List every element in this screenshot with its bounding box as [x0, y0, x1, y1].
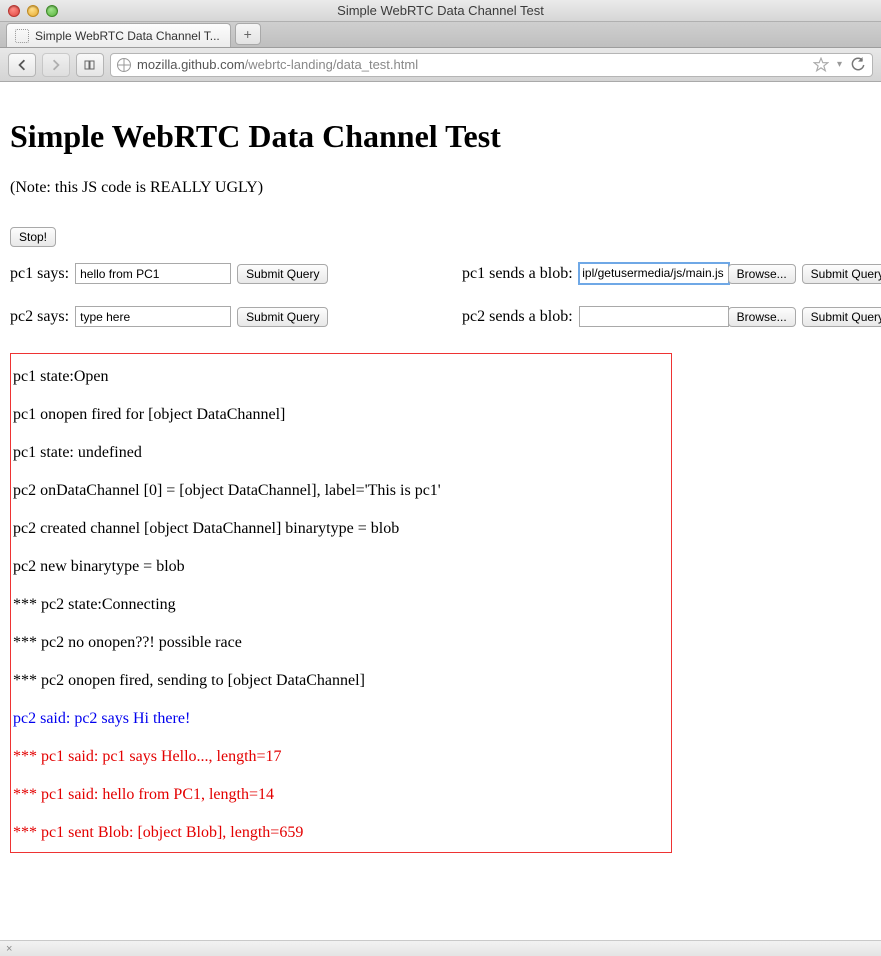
pc2-says-submit[interactable]: Submit Query — [237, 307, 328, 327]
new-tab-button[interactable]: + — [235, 23, 261, 45]
log-line: pc1 state: undefined — [13, 444, 669, 462]
pc2-says-label: pc2 says: — [10, 308, 69, 326]
log-line: pc2 created channel [object DataChannel]… — [13, 520, 669, 538]
log-line: *** pc1 said: pc1 says Hello..., length=… — [13, 748, 669, 766]
reload-icon — [850, 57, 866, 73]
zoom-window-button[interactable] — [46, 5, 58, 17]
tab-strip: Simple WebRTC Data Channel T... + — [0, 22, 881, 48]
back-button[interactable] — [8, 53, 36, 77]
log-output[interactable]: pc1 state:Open pc1 onopen fired for [obje… — [10, 353, 672, 853]
pc2-browse-button[interactable]: Browse... — [728, 307, 796, 327]
close-window-button[interactable] — [8, 5, 20, 17]
log-line: pc1 onopen fired for [object DataChannel… — [13, 406, 669, 424]
page-content: Simple WebRTC Data Channel Test (Note: t… — [0, 82, 881, 863]
pc1-says-label: pc1 says: — [10, 265, 69, 283]
pc1-blob-label: pc1 sends a blob: — [462, 265, 573, 283]
favicon-icon — [15, 29, 29, 43]
pc1-file-display[interactable]: ipl/getusermedia/js/main.js — [579, 263, 729, 284]
url-host: mozilla.github.com — [137, 57, 245, 72]
log-line: *** pc1 said: hello from PC1, length=14 — [13, 786, 669, 804]
pc2-blob-label: pc2 sends a blob: — [462, 308, 573, 326]
page-heading: Simple WebRTC Data Channel Test — [10, 118, 871, 155]
stop-button[interactable]: Stop! — [10, 227, 56, 247]
globe-icon — [117, 58, 131, 72]
status-bar: × — [0, 940, 881, 956]
reload-button[interactable] — [850, 57, 866, 73]
url-bar-right: ▾ — [813, 57, 866, 73]
pc1-blob-submit[interactable]: Submit Query — [802, 264, 881, 284]
log-line: *** pc2 no onopen??! possible race — [13, 634, 669, 652]
log-line: *** pc2 onopen fired, sending to [object… — [13, 672, 669, 690]
pc1-says-cell: pc1 says: Submit Query — [10, 263, 450, 284]
log-line: pc2 new binarytype = blob — [13, 558, 669, 576]
traffic-lights — [0, 5, 58, 17]
pc1-browse-button[interactable]: Browse... — [728, 264, 796, 284]
bookmark-star-icon[interactable] — [813, 57, 829, 73]
url-bar[interactable]: mozilla.github.com/webrtc-landing/data_t… — [110, 53, 873, 77]
pc1-blob-cell: pc1 sends a blob: ipl/getusermedia/js/ma… — [462, 263, 881, 284]
pc2-file-display[interactable] — [579, 306, 729, 327]
minimize-window-button[interactable] — [27, 5, 39, 17]
pc2-blob-submit[interactable]: Submit Query — [802, 307, 881, 327]
log-line: *** pc1 sent Blob: [object Blob], length… — [13, 824, 669, 842]
forward-button[interactable] — [42, 53, 70, 77]
status-text: × — [6, 943, 12, 955]
page-note: (Note: this JS code is REALLY UGLY) — [10, 179, 871, 197]
tab-title: Simple WebRTC Data Channel T... — [35, 29, 220, 43]
url-path: /webrtc-landing/data_test.html — [245, 57, 418, 72]
log-line: pc2 said: pc2 says Hi there! — [13, 710, 669, 728]
pc1-says-submit[interactable]: Submit Query — [237, 264, 328, 284]
log-line: pc2 onDataChannel [0] = [object DataChan… — [13, 482, 669, 500]
home-button[interactable] — [76, 53, 104, 77]
nav-toolbar: mozilla.github.com/webrtc-landing/data_t… — [0, 48, 881, 82]
log-line: *** pc2 state:Connecting — [13, 596, 669, 614]
window-titlebar: Simple WebRTC Data Channel Test — [0, 0, 881, 22]
pc2-says-cell: pc2 says: Submit Query — [10, 306, 450, 327]
form-grid: pc1 says: Submit Query pc1 sends a blob:… — [10, 263, 871, 327]
log-line: pc1 state:Open — [13, 368, 669, 386]
dropdown-icon[interactable]: ▾ — [837, 59, 842, 70]
forward-icon — [50, 59, 62, 71]
window-title: Simple WebRTC Data Channel Test — [0, 3, 881, 18]
bookmark-group-icon — [84, 59, 96, 71]
back-icon — [16, 59, 28, 71]
pc2-says-input[interactable] — [75, 306, 231, 327]
pc2-blob-cell: pc2 sends a blob: Browse... Submit Query — [462, 306, 881, 327]
browser-tab[interactable]: Simple WebRTC Data Channel T... — [6, 23, 231, 47]
pc1-says-input[interactable] — [75, 263, 231, 284]
